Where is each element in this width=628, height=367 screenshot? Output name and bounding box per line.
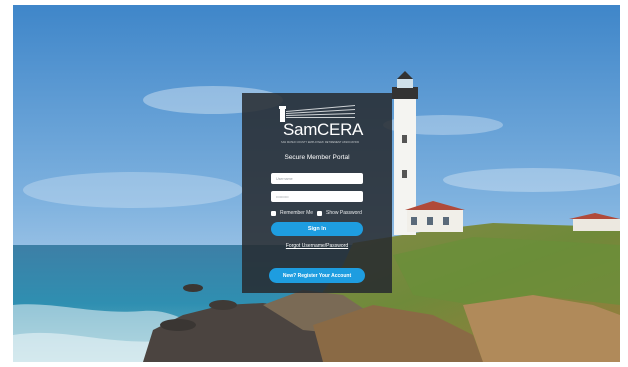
username-input[interactable] xyxy=(271,173,363,184)
forgot-credentials-link[interactable]: Forgot Username/Password xyxy=(242,243,392,249)
remember-me-checkbox[interactable] xyxy=(271,210,276,216)
show-password-checkbox[interactable] xyxy=(317,210,322,216)
portal-title: Secure Member Portal xyxy=(284,154,350,161)
sign-in-button[interactable]: Sign In xyxy=(271,222,363,236)
login-card: SamCERA SAN MATEO COUNTY EMPLOYEES' RETI… xyxy=(242,93,392,293)
show-password-option[interactable]: Show Password xyxy=(317,209,362,217)
logo-subtitle: SAN MATEO COUNTY EMPLOYEES' RETIREMENT A… xyxy=(281,141,359,144)
password-input[interactable] xyxy=(271,191,363,202)
register-account-button[interactable]: New? Register Your Account xyxy=(269,268,365,283)
remember-me-option[interactable]: Remember Me xyxy=(271,209,313,217)
samcera-logo: SamCERA SAN MATEO COUNTY EMPLOYEES' RETI… xyxy=(277,105,363,151)
logo-wordmark: SamCERA xyxy=(283,120,364,139)
show-password-label: Show Password xyxy=(326,210,362,216)
remember-me-label: Remember Me xyxy=(280,210,314,216)
